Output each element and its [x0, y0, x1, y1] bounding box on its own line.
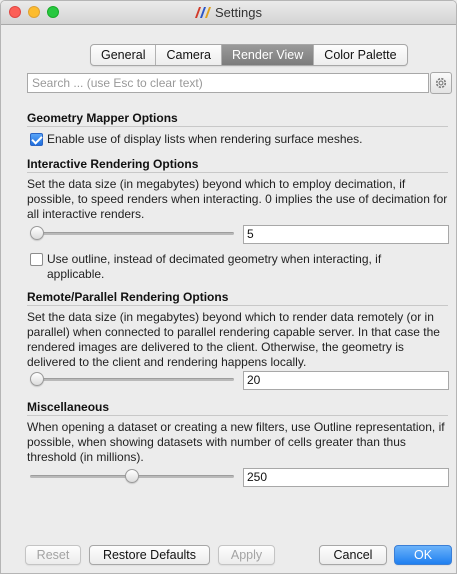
settings-window: Settings General Camera Render View Colo… [0, 0, 457, 574]
cancel-button[interactable]: Cancel [319, 545, 387, 565]
section-divider [27, 172, 448, 173]
tab-general[interactable]: General [91, 45, 157, 65]
remote-render-threshold-slider[interactable] [30, 372, 234, 386]
geometry-mapper-heading: Geometry Mapper Options [27, 111, 178, 125]
apply-button[interactable]: Apply [218, 545, 275, 565]
use-outline-label: Use outline, instead of decimated geomet… [47, 252, 382, 281]
use-outline-checkbox[interactable] [30, 253, 43, 266]
display-lists-option[interactable]: Enable use of display lists when renderi… [30, 132, 363, 147]
remote-rendering-heading: Remote/Parallel Rendering Options [27, 290, 229, 304]
remote-render-threshold-input[interactable]: 20 [243, 371, 449, 390]
tab-render-view[interactable]: Render View [221, 45, 315, 65]
remote-rendering-description: Set the data size (in megabytes) beyond … [27, 310, 440, 369]
window-title: Settings [215, 5, 262, 20]
section-divider [27, 305, 448, 306]
gear-icon [435, 77, 447, 89]
settings-tabs: General Camera Render View Color Palette [90, 44, 408, 66]
restore-defaults-button[interactable]: Restore Defaults [89, 545, 210, 565]
outline-threshold-description: When opening a dataset or creating a new… [27, 420, 445, 464]
miscellaneous-heading: Miscellaneous [27, 400, 110, 414]
tab-camera[interactable]: Camera [156, 45, 222, 65]
interactive-rendering-description: Set the data size (in megabytes) beyond … [27, 177, 448, 221]
window-title-area: Settings [1, 5, 456, 20]
title-bar: Settings [1, 1, 456, 25]
reset-button[interactable]: Reset [25, 545, 81, 565]
outline-threshold-slider[interactable] [30, 469, 234, 483]
outline-threshold-input[interactable]: 250 [243, 468, 449, 487]
tab-color-palette[interactable]: Color Palette [314, 45, 406, 65]
ok-button[interactable]: OK [394, 545, 452, 565]
slider-handle[interactable] [30, 372, 44, 386]
lod-threshold-slider[interactable] [30, 226, 234, 240]
paraview-logo-icon [195, 7, 211, 18]
use-outline-option[interactable]: Use outline, instead of decimated geomet… [30, 252, 435, 282]
search-input[interactable] [27, 73, 429, 93]
lod-threshold-input[interactable]: 5 [243, 225, 449, 244]
slider-handle[interactable] [30, 226, 44, 240]
interactive-rendering-heading: Interactive Rendering Options [27, 157, 199, 171]
section-divider [27, 126, 448, 127]
slider-track [30, 232, 234, 235]
display-lists-checkbox[interactable] [30, 133, 43, 146]
advanced-settings-button[interactable] [430, 72, 452, 94]
display-lists-label: Enable use of display lists when renderi… [47, 132, 363, 146]
slider-track [30, 378, 234, 381]
section-divider [27, 415, 448, 416]
slider-handle[interactable] [125, 469, 139, 483]
